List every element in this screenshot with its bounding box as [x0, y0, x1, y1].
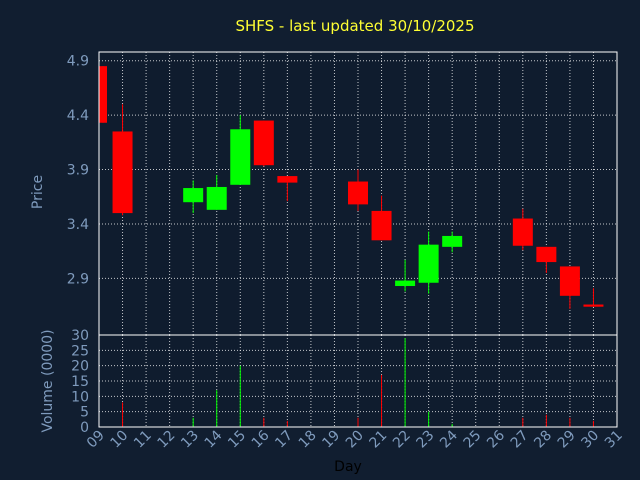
- x-tick-label: 27: [508, 428, 532, 452]
- stock-chart: SHFS - last updated 30/10/2025 2.9 3.4 3.9…: [30, 17, 626, 475]
- volume-tick-label: 5: [80, 405, 89, 421]
- x-axis-label: Day: [334, 459, 362, 475]
- x-tick-label: 22: [390, 428, 414, 452]
- candle-body: [183, 188, 204, 203]
- x-tick-label: 29: [555, 428, 579, 452]
- candle-body: [395, 280, 416, 287]
- price-tick-label: 3.4: [67, 217, 89, 233]
- price-tick-label: 4.9: [67, 54, 89, 70]
- price-tick-labels: 2.9 3.4 3.9 4.4 4.9: [67, 54, 89, 288]
- x-tick-label: 19: [319, 428, 343, 452]
- price-tick-label: 3.9: [67, 163, 89, 179]
- candle-body: [348, 181, 368, 205]
- candle-body: [206, 186, 227, 210]
- volume-tick-label: 10: [71, 389, 89, 405]
- x-tick-label: 18: [296, 428, 320, 452]
- volume-tick-labels: 051015202530: [71, 328, 89, 436]
- volume-axis-label: Volume (0000): [40, 329, 56, 432]
- volume-tick-label: 25: [71, 343, 89, 359]
- x-tick-label: 30: [578, 428, 602, 452]
- x-tick-label: 25: [461, 428, 485, 452]
- x-tick-label: 26: [484, 427, 508, 451]
- x-tick-label: 24: [437, 427, 461, 451]
- price-tick-label: 4.4: [67, 108, 89, 124]
- x-tick-label: 21: [366, 428, 390, 452]
- candle-body: [418, 244, 439, 283]
- candle-body: [371, 210, 392, 241]
- x-tick-label: 11: [131, 428, 155, 452]
- candle-body: [559, 266, 580, 296]
- x-tick-label: 20: [343, 428, 367, 452]
- x-tick-label: 16: [249, 427, 273, 451]
- x-tick-label: 13: [178, 428, 202, 452]
- x-tick-label: 12: [155, 428, 179, 452]
- price-axis-label: Price: [30, 175, 46, 209]
- x-tick-label: 17: [272, 428, 296, 452]
- volume-tick-label: 30: [71, 328, 89, 344]
- x-tick-label: 28: [531, 428, 555, 452]
- candle-body: [512, 218, 533, 246]
- price-tick-label: 2.9: [67, 271, 89, 287]
- candle-body: [583, 304, 604, 307]
- candle-body: [277, 176, 298, 183]
- x-tick-label: 23: [414, 428, 438, 452]
- x-tick-label: 31: [602, 428, 626, 452]
- chart-title: SHFS - last updated 30/10/2025: [235, 17, 474, 35]
- x-tick-label: 15: [225, 428, 249, 452]
- volume-grid: [99, 335, 617, 427]
- candle-body: [230, 129, 251, 185]
- x-tick-label: 10: [107, 428, 131, 452]
- volume-tick-label: 20: [71, 359, 89, 375]
- candle-body: [112, 131, 133, 214]
- x-tick-label: 14: [202, 427, 226, 451]
- volume-tick-label: 0: [80, 420, 89, 436]
- candle-body: [442, 235, 463, 247]
- candle-body: [536, 246, 557, 263]
- volume-tick-label: 15: [71, 374, 89, 390]
- x-tick-labels: 09 10 11 12 13 14 15 16 17 18 19 20 21 22 23 24 25 26 27 28…: [84, 427, 626, 451]
- candle-body: [99, 66, 107, 123]
- candle-body: [253, 120, 274, 166]
